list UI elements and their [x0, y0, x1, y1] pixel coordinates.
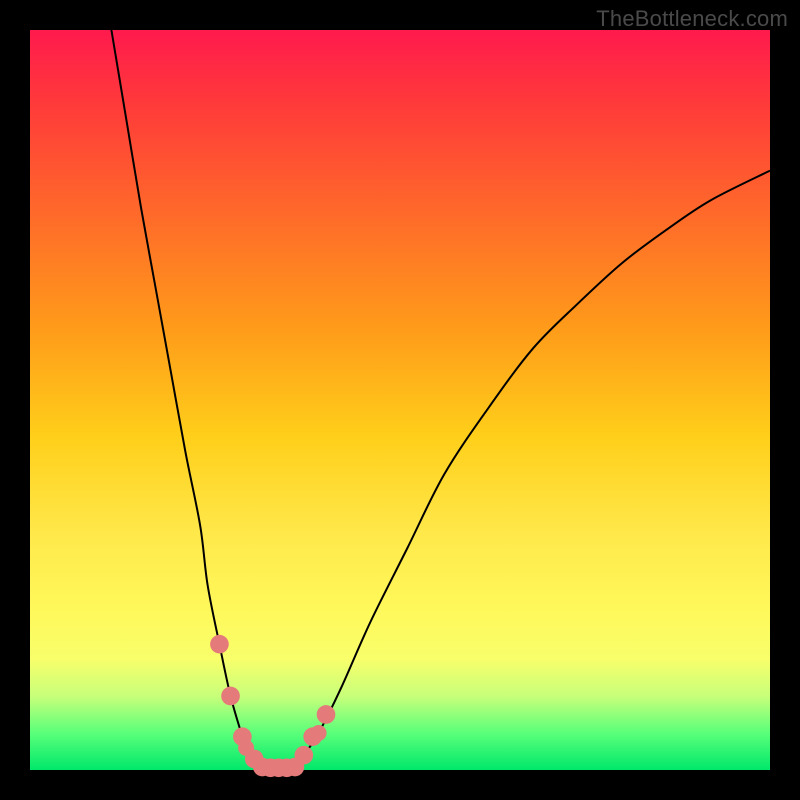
stage: TheBottleneck.com — [0, 0, 800, 800]
curve-right — [295, 171, 770, 767]
marker-dot — [317, 705, 336, 724]
curve-left-path — [111, 30, 262, 767]
marker-dot — [311, 725, 327, 741]
curve-right-path — [295, 171, 770, 767]
plot-area — [30, 30, 770, 770]
marker-dot — [221, 687, 240, 706]
marker-dot — [294, 746, 313, 765]
marker-dots — [210, 635, 335, 777]
marker-dot — [210, 635, 229, 654]
watermark-text: TheBottleneck.com — [596, 6, 788, 32]
curve-left — [111, 30, 262, 767]
chart-svg — [30, 30, 770, 770]
